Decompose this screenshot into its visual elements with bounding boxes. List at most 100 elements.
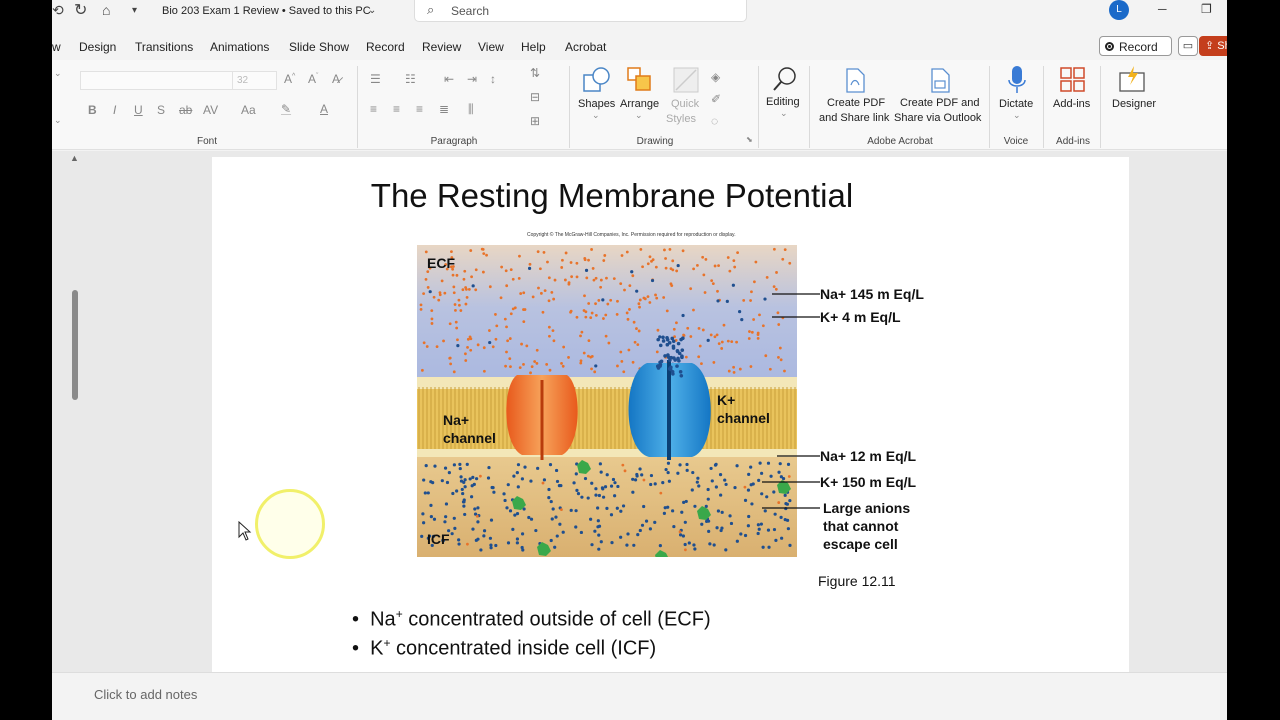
microphone-icon[interactable]	[1007, 64, 1027, 96]
align-right-icon[interactable]: ≡	[416, 102, 423, 116]
designer-label[interactable]: Designer	[1112, 97, 1156, 112]
customize-qat-icon[interactable]: ▾	[132, 5, 137, 16]
character-spacing-icon[interactable]: AV	[203, 103, 218, 117]
create-pdf-outlook-label[interactable]: Create PDF and	[900, 96, 979, 111]
tab-transitions[interactable]: Transitions	[135, 40, 193, 54]
strikethrough-icon[interactable]: ab	[179, 103, 192, 117]
potassium-ion	[648, 527, 652, 531]
addins-label[interactable]: Add-ins	[1053, 97, 1090, 112]
present-icon[interactable]: ⌂	[102, 2, 110, 18]
tab-animations[interactable]: Animations	[210, 40, 269, 54]
sodium-ion	[671, 268, 675, 272]
chevron-down-icon[interactable]: ⌄	[635, 110, 643, 121]
autosave-icon[interactable]: ⟲	[52, 2, 64, 19]
quick-styles-label[interactable]: Quick	[671, 97, 699, 112]
potassium-ion	[609, 513, 614, 517]
numbering-icon[interactable]: ☷	[405, 72, 416, 86]
tab-help[interactable]: Help	[521, 40, 546, 54]
italic-icon[interactable]: I	[113, 103, 116, 117]
sodium-ion	[717, 264, 720, 268]
comments-button[interactable]: ▭	[1178, 36, 1198, 56]
potassium-ion	[685, 462, 689, 467]
shapes-icon[interactable]	[582, 66, 612, 96]
tab-slide-show[interactable]: Slide Show	[289, 40, 349, 54]
share-button[interactable]: ⇪ Sh	[1199, 36, 1227, 56]
potassium-ion	[718, 473, 723, 477]
chevron-down-icon[interactable]: ⌄	[54, 68, 62, 79]
sodium-ion	[528, 262, 532, 266]
create-pdf-share-label[interactable]: Create PDF	[827, 96, 885, 111]
tab-view[interactable]: View	[478, 40, 504, 54]
tab-acrobat[interactable]: Acrobat	[565, 40, 606, 54]
sodium-ion	[646, 295, 650, 299]
pdf-outlook-icon[interactable]	[929, 68, 951, 94]
tab-record[interactable]: Record	[366, 40, 405, 54]
align-text-icon[interactable]: ⊟	[530, 90, 540, 104]
potassium-ion	[458, 466, 462, 471]
slide[interactable]: The Resting Membrane Potential Copyright…	[212, 157, 1129, 672]
font-family-select[interactable]	[80, 71, 233, 90]
editing-search-icon[interactable]	[770, 64, 800, 94]
potassium-ion	[761, 545, 765, 549]
font-color-icon[interactable]: A	[320, 102, 328, 116]
sodium-ion	[692, 267, 696, 271]
sodium-ion	[553, 278, 557, 282]
smartart-icon[interactable]: ⊞	[530, 114, 540, 128]
shape-outline-icon[interactable]: ✐	[711, 92, 721, 106]
decrease-indent-icon[interactable]: ⇤	[444, 72, 454, 86]
bullet-list[interactable]: • Na+ concentrated outside of cell (ECF)…	[352, 607, 711, 665]
chevron-down-icon[interactable]: ⌄	[54, 115, 62, 126]
increase-indent-icon[interactable]: ⇥	[467, 72, 477, 86]
vertical-scrollbar[interactable]	[72, 290, 78, 400]
sodium-ion	[589, 316, 593, 320]
document-title[interactable]: Bio 203 Exam 1 Review • Saved to this PC	[162, 5, 371, 17]
dialog-launcher-icon[interactable]: ⬊	[746, 135, 753, 144]
increase-font-icon[interactable]: A^	[284, 72, 295, 86]
chevron-down-icon[interactable]: ⌄	[592, 110, 600, 121]
sodium-ion	[466, 542, 469, 546]
redo-icon[interactable]: ↻	[74, 0, 87, 20]
sodium-ion	[563, 278, 567, 282]
avatar[interactable]: L	[1109, 0, 1129, 20]
font-size-select[interactable]: 32	[232, 71, 277, 90]
pdf-share-icon[interactable]	[844, 68, 866, 94]
align-left-icon[interactable]: ≡	[370, 102, 377, 116]
chevron-down-icon[interactable]: ⌄	[780, 108, 788, 119]
text-direction-icon[interactable]: ⇅	[530, 66, 540, 80]
bullets-icon[interactable]: ☰	[370, 72, 381, 86]
shape-fill-icon[interactable]: ◈	[711, 70, 720, 84]
tab-design[interactable]: Design	[79, 40, 116, 54]
addins-icon[interactable]	[1059, 66, 1087, 94]
arrange-icon[interactable]	[626, 66, 656, 96]
line-spacing-icon[interactable]: ↕	[490, 72, 496, 86]
change-case-icon[interactable]: Aa	[241, 103, 256, 117]
restore-icon[interactable]: ❐	[1201, 2, 1212, 16]
scroll-up-icon[interactable]: ▲	[70, 153, 79, 163]
tab-review[interactable]: Review	[422, 40, 461, 54]
bold-icon[interactable]: B	[88, 103, 97, 117]
justify-icon[interactable]: ≣	[439, 102, 449, 116]
highlight-icon[interactable]: ✎	[281, 102, 291, 116]
minimize-icon[interactable]: ─	[1158, 2, 1167, 16]
chevron-down-icon[interactable]: ⌄	[1013, 110, 1021, 121]
columns-icon[interactable]: ⫼	[468, 102, 474, 117]
slide-title[interactable]: The Resting Membrane Potential	[212, 177, 1012, 215]
sodium-ion	[619, 282, 623, 285]
shape-effects-icon[interactable]: ◌	[711, 114, 718, 128]
clear-formatting-icon[interactable]: A̷	[332, 72, 340, 86]
tab-home-partial[interactable]: w	[52, 40, 61, 54]
notes-pane[interactable]: Click to add notes	[52, 672, 1227, 720]
font-group-label: Font	[196, 136, 217, 147]
align-center-icon[interactable]: ≡	[393, 102, 400, 116]
decrease-font-icon[interactable]: Aˇ	[308, 72, 318, 86]
shadow-icon[interactable]: S	[157, 103, 165, 117]
search-box[interactable]: ⌕ Search	[414, 0, 747, 22]
sodium-ion	[509, 268, 513, 272]
quick-styles-icon[interactable]	[672, 66, 702, 96]
record-button[interactable]: Record	[1099, 36, 1172, 56]
designer-icon[interactable]	[1118, 65, 1148, 93]
chevron-down-icon[interactable]: ⌄	[368, 5, 376, 16]
sodium-ion	[583, 294, 586, 298]
addins-group-label: Add-ins	[1056, 136, 1090, 147]
underline-icon[interactable]: U	[134, 103, 143, 117]
